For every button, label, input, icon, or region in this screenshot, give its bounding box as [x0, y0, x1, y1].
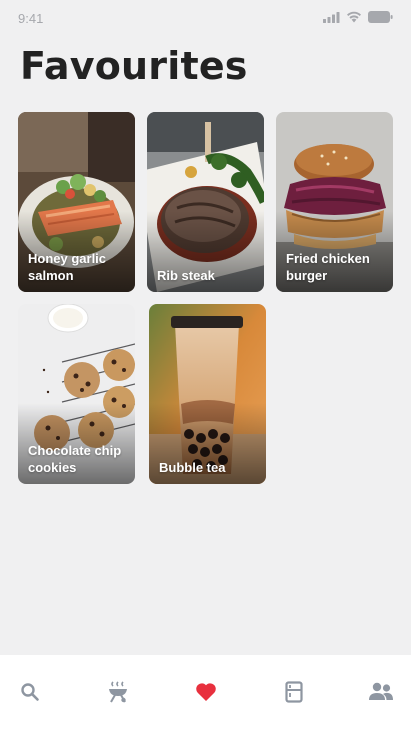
signal-icon	[323, 11, 340, 23]
battery-icon	[368, 11, 393, 23]
search-icon	[21, 683, 39, 701]
fridge-icon	[285, 681, 303, 703]
status-time: 9:41	[18, 11, 44, 26]
favourite-card-steak[interactable]: Rib steak	[147, 112, 264, 292]
page-title: Favourites	[20, 44, 248, 88]
card-label: Honey garlic salmon	[28, 251, 107, 283]
card-label: Chocolate chip cookies	[28, 443, 122, 475]
heart-icon	[196, 683, 216, 701]
favourite-card-burger[interactable]: Fried chicken burger	[276, 112, 393, 292]
status-icons	[323, 11, 393, 23]
card-label: Bubble tea	[159, 460, 226, 475]
nav-fridge[interactable]	[279, 677, 309, 707]
grill-icon	[109, 681, 127, 703]
bottom-nav	[0, 655, 411, 731]
status-bar: 9:41	[0, 0, 411, 36]
card-label: Fried chicken burger	[286, 251, 370, 283]
nav-grill[interactable]	[103, 677, 133, 707]
bubble-tea-image	[149, 304, 266, 484]
nav-search[interactable]	[15, 677, 45, 707]
favourite-card-cookies[interactable]: Chocolate chip cookies	[18, 304, 135, 484]
favourite-card-bubble-tea[interactable]: Bubble tea	[149, 304, 266, 484]
steak-image	[147, 112, 264, 292]
nav-favourites[interactable]	[191, 677, 221, 707]
wifi-icon	[346, 11, 362, 23]
favourite-card-salmon[interactable]: Honey garlic salmon	[18, 112, 135, 292]
people-icon	[369, 682, 393, 700]
card-label: Rib steak	[157, 268, 215, 283]
nav-community[interactable]	[366, 677, 396, 707]
